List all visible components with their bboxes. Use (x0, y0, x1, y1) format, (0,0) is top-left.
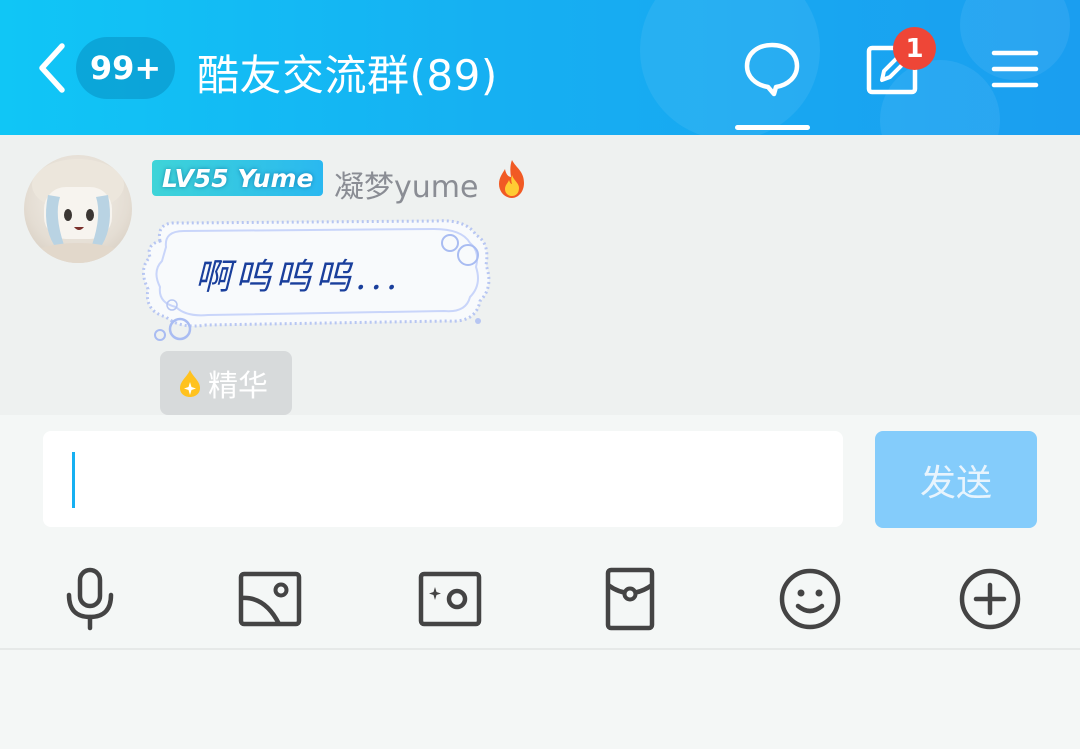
message-input[interactable] (43, 431, 843, 527)
avatar-image (28, 159, 128, 263)
group-title: 酷友交流群(89) (197, 51, 498, 100)
more-button[interactable] (956, 565, 1024, 633)
red-packet-icon (605, 567, 655, 631)
message-list[interactable]: LV55 Yume 凝梦yume 啊呜呜呜... 精华 (0, 135, 1080, 415)
essence-label: 精华 (208, 369, 268, 404)
keyboard-area (0, 650, 1080, 749)
camera-icon (418, 571, 482, 627)
microphone-icon (66, 567, 114, 631)
unread-count-badge[interactable]: 99+ (76, 37, 175, 99)
chat-bubble-icon (744, 42, 800, 97)
emoji-icon (779, 568, 841, 630)
plus-circle-icon (959, 568, 1021, 630)
message-text: 啊呜呜呜... (195, 257, 402, 298)
sparkle-drop-icon (180, 370, 200, 397)
hamburger-menu-icon[interactable] (990, 48, 1040, 90)
voice-button[interactable] (56, 565, 124, 633)
active-tab-indicator (735, 125, 810, 130)
image-button[interactable] (236, 565, 304, 633)
composer: 发送 (0, 415, 1080, 650)
fire-icon (490, 157, 534, 201)
image-icon (238, 571, 302, 627)
title-bar: 99+ 酷友交流群(89) 1 (0, 0, 1080, 135)
camera-button[interactable] (416, 565, 484, 633)
notification-badge: 1 (893, 27, 936, 70)
tab-chat[interactable] (735, 35, 810, 130)
chevron-left-icon[interactable] (30, 40, 74, 96)
red-packet-button[interactable] (596, 565, 664, 633)
text-caret (72, 452, 75, 508)
emoji-button[interactable] (776, 565, 844, 633)
level-badge: LV55 Yume (152, 160, 323, 196)
avatar[interactable] (24, 155, 132, 263)
essence-tag[interactable]: 精华 (160, 351, 292, 415)
send-button[interactable]: 发送 (875, 431, 1037, 528)
sender-nickname[interactable]: 凝梦yume (334, 162, 478, 206)
